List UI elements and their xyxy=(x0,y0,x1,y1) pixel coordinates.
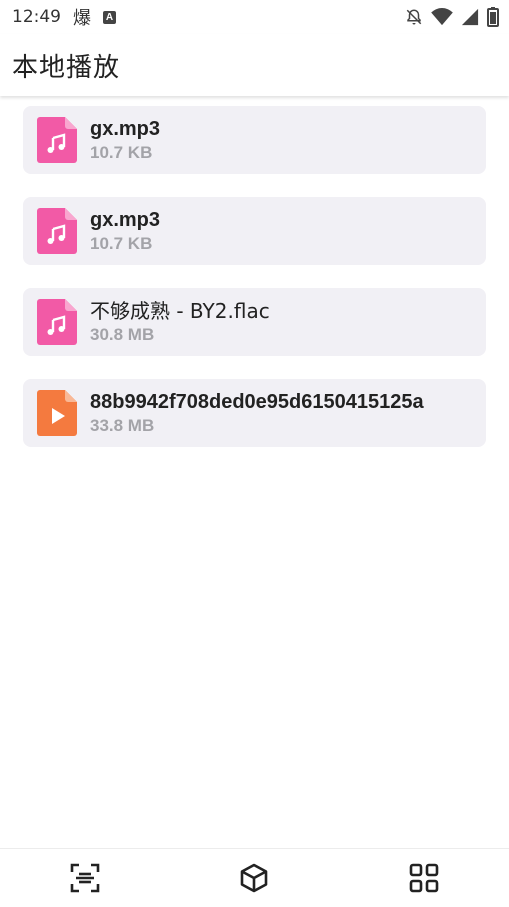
grid-icon xyxy=(409,863,439,893)
page-title: 本地播放 xyxy=(12,52,121,83)
file-name: 不够成熟 - BY2.flac xyxy=(90,299,270,323)
bottom-nav xyxy=(0,848,509,907)
file-name: gx.mp3 xyxy=(90,209,161,231)
file-item[interactable]: 不够成熟 - BY2.flac 30.8 MB xyxy=(23,288,486,356)
file-size: 10.7 KB xyxy=(90,143,153,162)
file-item[interactable]: gx.mp3 10.7 KB xyxy=(23,197,486,265)
battery-icon xyxy=(487,7,499,27)
file-name: gx.mp3 xyxy=(90,118,161,140)
app-bar: 本地播放 xyxy=(0,34,509,96)
accessibility-icon: A xyxy=(103,10,116,24)
video-file-icon xyxy=(37,390,77,436)
status-right xyxy=(405,7,499,27)
file-texts: 88b9942f708ded0e95d6150415125a 33.8 MB xyxy=(90,389,424,437)
file-item[interactable]: gx.mp3 10.7 KB xyxy=(23,106,486,174)
file-size: 10.7 KB xyxy=(90,234,153,253)
cube-button[interactable] xyxy=(224,849,284,907)
status-time: 12:49 xyxy=(12,7,61,27)
audio-file-icon xyxy=(37,208,77,254)
signal-icon xyxy=(461,8,479,26)
status-left: 12:49 爆 A xyxy=(12,4,116,30)
wifi-icon xyxy=(431,8,453,26)
file-list: gx.mp3 10.7 KB gx.mp3 10.7 KB 不够成熟 - BY2… xyxy=(23,106,486,447)
file-texts: gx.mp3 10.7 KB xyxy=(90,116,160,164)
file-texts: gx.mp3 10.7 KB xyxy=(90,207,160,255)
cube-icon xyxy=(241,863,268,893)
scan-button[interactable] xyxy=(55,849,115,907)
file-item[interactable]: 88b9942f708ded0e95d6150415125a 33.8 MB xyxy=(23,379,486,447)
audio-file-icon xyxy=(37,117,77,163)
status-bar: 12:49 爆 A xyxy=(0,0,509,34)
notification-icon: 爆 xyxy=(73,8,91,29)
grid-button[interactable] xyxy=(394,849,454,907)
scan-icon xyxy=(70,863,100,893)
file-size: 33.8 MB xyxy=(90,416,155,435)
mute-bell-icon xyxy=(406,9,422,25)
file-size: 30.8 MB xyxy=(90,325,155,344)
file-name: 88b9942f708ded0e95d6150415125a xyxy=(90,391,424,413)
audio-file-icon xyxy=(37,299,77,345)
file-texts: 不够成熟 - BY2.flac 30.8 MB xyxy=(90,298,270,346)
